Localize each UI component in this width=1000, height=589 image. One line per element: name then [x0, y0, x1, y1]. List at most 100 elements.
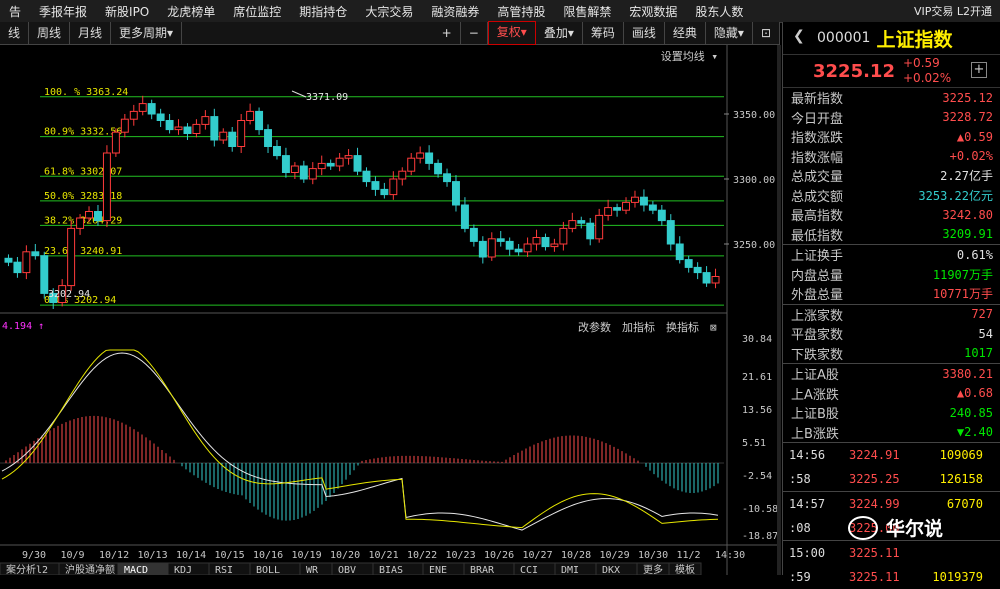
candle-body [94, 211, 102, 222]
toolbar-button[interactable]: 经典 [665, 22, 706, 44]
candle-body [622, 201, 630, 211]
menu-item[interactable]: 季报年报 [30, 3, 96, 20]
indicator-tab[interactable]: BRAR [470, 565, 495, 576]
indicator-tab[interactable]: OBV [338, 565, 356, 576]
menu-item[interactable]: 席位监控 [224, 3, 290, 20]
macd-tick-label: -2.54 [742, 471, 772, 482]
indicator-tab[interactable]: KDJ [174, 565, 192, 576]
candle-body [255, 110, 264, 131]
macd-tool-button[interactable]: ⊠ [710, 321, 717, 334]
macd-tool-button[interactable]: 改参数 [578, 320, 611, 334]
candle-body [13, 261, 22, 274]
quote-key: 总成交量 [791, 170, 844, 186]
prev-stock-icon[interactable]: ❮ [793, 28, 805, 44]
candle-body [407, 157, 416, 172]
macd-tool-button[interactable]: 加指标 [622, 320, 655, 334]
candle-body [264, 129, 272, 147]
current-price: 3225.12 [813, 61, 895, 82]
indicator-tab[interactable]: ENE [429, 565, 447, 576]
macd-tool-button[interactable]: 换指标 [666, 320, 699, 334]
menu-item[interactable]: 限售解禁 [554, 3, 620, 20]
indicator-tab[interactable]: RSI [215, 565, 233, 576]
kline-chart[interactable]: 设置均线 ▾ 3350.00 3300.00 3250.00 100. % 3363.2… [0, 45, 780, 576]
period-tab[interactable]: 线 [0, 22, 30, 44]
vip-links[interactable]: VIP交易 L2开通 [914, 3, 992, 19]
top-menu-bar: 告季报年报 新股IPO 龙虎榜单 席位监控 期指持仓 大宗交易 融资融券 高管持股 限售解禁 宏观… [0, 0, 1000, 23]
indicator-tab[interactable]: WR [306, 565, 319, 576]
candle-body [344, 155, 353, 159]
toolbar-button[interactable]: 画线 [624, 22, 665, 44]
candle-body [22, 251, 31, 274]
candle-body [228, 131, 237, 147]
quote-row: 最低指数 3209.91 [783, 225, 1000, 245]
candle-body [389, 178, 398, 196]
toolbar-button[interactable]: 复权▾ [487, 21, 536, 45]
menu-item[interactable]: 大宗交易 [356, 3, 422, 20]
chart-scrollbar[interactable] [777, 45, 781, 575]
toolbar-button[interactable]: 筹码 [583, 22, 624, 44]
add-watchlist-button[interactable]: + [971, 62, 987, 78]
toolbar-button[interactable]: ⊡ [753, 22, 780, 44]
quote-value: ▼2.40 [956, 425, 993, 440]
indicator-tab[interactable]: BIAS [379, 565, 403, 576]
period-tab[interactable]: 月线 [70, 22, 112, 44]
price-tick-label: 3300.00 [733, 175, 775, 186]
candle-body [532, 237, 541, 245]
quote-key: 下跌家数 [791, 347, 844, 363]
quote-row: 上证换手 0.61% [783, 245, 1000, 265]
x-tick-label: 10/27 [523, 550, 553, 561]
x-tick-label: 11/2 [677, 550, 701, 561]
wechat-logo-icon [848, 515, 878, 540]
indicator-tab[interactable]: MACD [124, 565, 148, 576]
price-change: +0.59 [903, 56, 940, 70]
menu-item[interactable]: 股东人数 [686, 3, 752, 20]
quote-key: 外盘总量 [791, 288, 844, 304]
indicator-tab[interactable]: BOLL [256, 565, 280, 576]
quote-value: 0.61% [956, 247, 993, 262]
candle-body [550, 243, 559, 248]
candle-body [523, 243, 532, 253]
candle-body [31, 251, 40, 257]
x-tick-label: 10/20 [330, 550, 360, 561]
indicator-tab[interactable]: DMI [561, 565, 579, 576]
indicator-tab[interactable]: 更多 [643, 563, 663, 576]
indicator-tab[interactable]: CCI [520, 565, 538, 576]
toolbar-button[interactable]: 叠加▾ [536, 22, 583, 44]
x-tick-label: 10/19 [292, 550, 322, 561]
candle-body [416, 152, 425, 159]
candle-body [505, 240, 514, 250]
period-tab[interactable]: 更多周期▾ [111, 22, 183, 44]
indicator-tab[interactable]: DKX [602, 565, 620, 576]
tick-row: 14:56 3224.91 109069 [783, 443, 1000, 467]
quote-value: 2.27亿手 [940, 169, 993, 184]
toolbar-button[interactable]: 隐藏▾ [706, 22, 753, 44]
indicator-tab[interactable]: 模板 [675, 563, 695, 576]
quote-value: 3242.80 [942, 207, 993, 222]
chart-area[interactable]: 设置均线 ▾ 3350.00 3300.00 3250.00 100. % 3363.2… [0, 45, 780, 576]
candle-body [237, 120, 246, 147]
price-box: 3225.12 +0.59 +0.02% + [783, 55, 1000, 88]
menu-item[interactable]: 宏观数据 [620, 3, 686, 20]
tick-time: :59 [789, 570, 811, 584]
candle-body [120, 118, 129, 133]
menu-item[interactable]: 告 [0, 3, 30, 20]
tick-row: :59 3225.11 1019379 [783, 565, 1000, 589]
quote-row: 外盘总量 10771万手 [783, 284, 1000, 304]
quote-row: 内盘总量 11907万手 [783, 265, 1000, 285]
x-tick-label: 10/29 [600, 550, 630, 561]
candle-body [192, 123, 201, 135]
indicator-tab[interactable]: 沪股通净额 [65, 563, 115, 576]
x-tick-label: 10/22 [407, 550, 437, 561]
menu-item[interactable]: 期指持仓 [290, 3, 356, 20]
quote-key: 上证换手 [791, 249, 844, 265]
menu-item[interactable]: 融资融券 [422, 3, 488, 20]
menu-item[interactable]: 新股IPO [96, 3, 158, 20]
menu-item[interactable]: 高管持股 [488, 3, 554, 20]
quote-row: 上B涨跌 ▼2.40 [783, 423, 1000, 443]
toolbar-button[interactable]: − [461, 22, 488, 44]
indicator-tab[interactable]: 案分析l2 [6, 563, 48, 576]
menu-item[interactable]: 龙虎榜单 [158, 3, 224, 20]
tick-time: :08 [789, 521, 811, 535]
toolbar-button[interactable]: + [434, 22, 461, 44]
period-tab[interactable]: 周线 [29, 22, 71, 44]
